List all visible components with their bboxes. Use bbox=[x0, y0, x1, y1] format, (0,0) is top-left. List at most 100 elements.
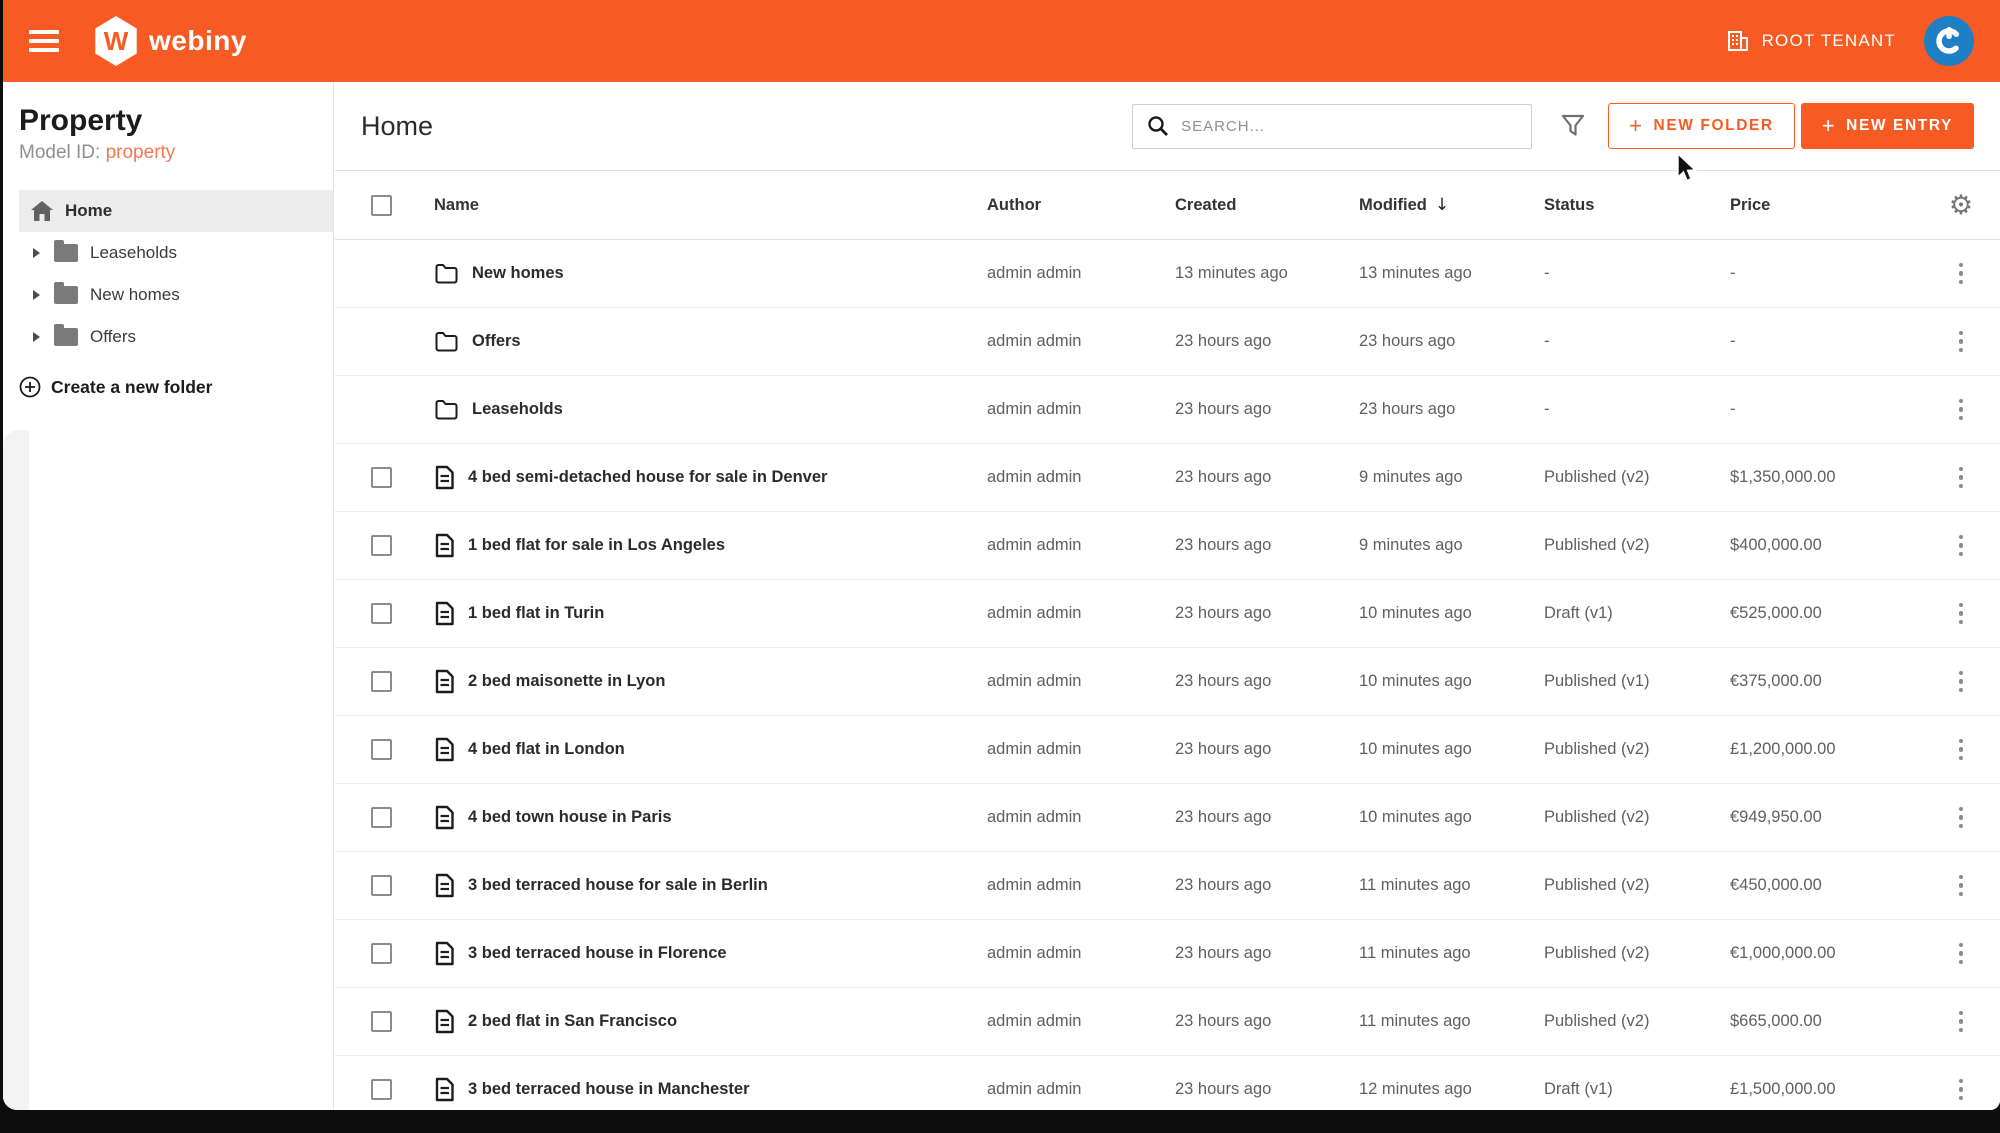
table-row[interactable]: 4 bed flat in London admin admin 23 hour… bbox=[335, 716, 2000, 784]
row-actions-kebab-icon[interactable] bbox=[1955, 803, 1968, 833]
entry-name-link[interactable]: Leaseholds bbox=[472, 400, 563, 419]
table-row[interactable]: 3 bed terraced house for sale in Berlin … bbox=[335, 852, 2000, 920]
hamburger-menu-icon[interactable] bbox=[29, 30, 59, 52]
entry-name-link[interactable]: 3 bed terraced house in Florence bbox=[468, 944, 727, 963]
row-actions-kebab-icon[interactable] bbox=[1955, 599, 1968, 629]
filter-funnel-icon bbox=[1560, 113, 1586, 139]
cell-modified: 10 minutes ago bbox=[1359, 604, 1544, 623]
drawer-edge-decoration bbox=[3, 430, 29, 1110]
row-actions-kebab-icon[interactable] bbox=[1955, 1007, 1968, 1037]
entry-name-link[interactable]: 2 bed maisonette in Lyon bbox=[468, 672, 665, 691]
sidebar-item-home[interactable]: Home bbox=[19, 190, 333, 232]
table-row[interactable]: 1 bed flat for sale in Los Angeles admin… bbox=[335, 512, 2000, 580]
table-row[interactable]: 4 bed town house in Paris admin admin 23… bbox=[335, 784, 2000, 852]
entry-name-link[interactable]: Offers bbox=[472, 332, 521, 351]
row-actions-kebab-icon[interactable] bbox=[1955, 871, 1968, 901]
webiny-logo[interactable]: W webiny bbox=[93, 16, 247, 66]
table-row[interactable]: 3 bed terraced house in Florence admin a… bbox=[335, 920, 2000, 988]
search-input[interactable] bbox=[1181, 118, 1517, 135]
row-actions-kebab-icon[interactable] bbox=[1955, 735, 1968, 765]
row-actions-kebab-icon[interactable] bbox=[1955, 667, 1968, 697]
select-all-checkbox[interactable] bbox=[371, 195, 392, 216]
model-id-link[interactable]: property bbox=[106, 142, 176, 163]
row-actions-kebab-icon[interactable] bbox=[1955, 259, 1968, 289]
column-header-price[interactable]: Price bbox=[1730, 196, 1921, 215]
row-checkbox[interactable] bbox=[371, 739, 392, 760]
column-header-author[interactable]: Author bbox=[987, 196, 1175, 215]
column-header-modified[interactable]: Modified↓ bbox=[1359, 195, 1544, 215]
cell-status: - bbox=[1544, 400, 1730, 419]
entry-name-link[interactable]: 4 bed semi-detached house for sale in De… bbox=[468, 468, 827, 487]
tenant-selector[interactable]: ROOT TENANT bbox=[1726, 29, 1896, 53]
new-entry-button[interactable]: + NEW ENTRY bbox=[1801, 103, 1974, 149]
cell-author: admin admin bbox=[987, 468, 1175, 487]
table-row[interactable]: 2 bed flat in San Francisco admin admin … bbox=[335, 988, 2000, 1056]
cell-created: 23 hours ago bbox=[1175, 672, 1359, 691]
cell-modified: 11 minutes ago bbox=[1359, 876, 1544, 895]
sidebar-folder-label: New homes bbox=[90, 285, 180, 305]
row-checkbox[interactable] bbox=[371, 1079, 392, 1100]
cell-status: Published (v2) bbox=[1544, 876, 1730, 895]
table-row-folder[interactable]: Offers admin admin 23 hours ago 23 hours… bbox=[335, 308, 2000, 376]
entry-name-link[interactable]: 4 bed town house in Paris bbox=[468, 808, 672, 827]
row-actions-kebab-icon[interactable] bbox=[1955, 395, 1968, 425]
filter-button[interactable] bbox=[1560, 113, 1586, 139]
cell-status: - bbox=[1544, 332, 1730, 351]
row-actions-kebab-icon[interactable] bbox=[1955, 939, 1968, 969]
user-avatar[interactable] bbox=[1924, 16, 1974, 66]
column-header-name[interactable]: Name bbox=[431, 196, 987, 215]
entry-name-link[interactable]: 2 bed flat in San Francisco bbox=[468, 1012, 677, 1031]
row-actions-kebab-icon[interactable] bbox=[1955, 531, 1968, 561]
cell-status: Published (v2) bbox=[1544, 944, 1730, 963]
table-row[interactable]: 1 bed flat in Turin admin admin 23 hours… bbox=[335, 580, 2000, 648]
cell-modified: 13 minutes ago bbox=[1359, 264, 1544, 283]
cell-author: admin admin bbox=[987, 944, 1175, 963]
entry-name-link[interactable]: 3 bed terraced house for sale in Berlin bbox=[468, 876, 768, 895]
chevron-right-icon[interactable] bbox=[33, 332, 40, 342]
row-checkbox[interactable] bbox=[371, 467, 392, 488]
sidebar-folder-item[interactable]: Offers bbox=[3, 316, 333, 358]
row-actions-kebab-icon[interactable] bbox=[1955, 1075, 1968, 1105]
table-body: New homes admin admin 13 minutes ago 13 … bbox=[335, 240, 2000, 1110]
row-checkbox[interactable] bbox=[371, 671, 392, 692]
table-row[interactable]: 3 bed terraced house in Manchester admin… bbox=[335, 1056, 2000, 1110]
row-checkbox[interactable] bbox=[371, 603, 392, 624]
cell-author: admin admin bbox=[987, 604, 1175, 623]
cell-created: 23 hours ago bbox=[1175, 876, 1359, 895]
row-checkbox[interactable] bbox=[371, 943, 392, 964]
cell-created: 23 hours ago bbox=[1175, 740, 1359, 759]
entry-name-link[interactable]: 1 bed flat for sale in Los Angeles bbox=[468, 536, 725, 555]
table-row[interactable]: 4 bed semi-detached house for sale in De… bbox=[335, 444, 2000, 512]
column-header-status[interactable]: Status bbox=[1544, 196, 1730, 215]
sidebar-folder-item[interactable]: New homes bbox=[3, 274, 333, 316]
row-checkbox[interactable] bbox=[371, 1011, 392, 1032]
table-settings-gear-icon[interactable]: ⚙ bbox=[1949, 192, 1973, 219]
entry-name-link[interactable]: 1 bed flat in Turin bbox=[468, 604, 604, 623]
create-folder-button[interactable]: Create a new folder bbox=[19, 376, 333, 398]
chevron-right-icon[interactable] bbox=[33, 248, 40, 258]
row-checkbox[interactable] bbox=[371, 535, 392, 556]
sidebar-folder-item[interactable]: Leaseholds bbox=[3, 232, 333, 274]
new-folder-button[interactable]: + NEW FOLDER bbox=[1608, 103, 1795, 149]
row-actions-kebab-icon[interactable] bbox=[1955, 327, 1968, 357]
table-row-folder[interactable]: Leaseholds admin admin 23 hours ago 23 h… bbox=[335, 376, 2000, 444]
folder-icon bbox=[54, 286, 78, 304]
cell-created: 23 hours ago bbox=[1175, 808, 1359, 827]
webiny-hexagon-icon: W bbox=[93, 16, 139, 66]
chevron-right-icon[interactable] bbox=[33, 290, 40, 300]
cell-status: Published (v2) bbox=[1544, 808, 1730, 827]
entry-name-link[interactable]: 4 bed flat in London bbox=[468, 740, 625, 759]
column-header-created[interactable]: Created bbox=[1175, 196, 1359, 215]
entry-name-link[interactable]: New homes bbox=[472, 264, 564, 283]
table-row[interactable]: 2 bed maisonette in Lyon admin admin 23 … bbox=[335, 648, 2000, 716]
entry-name-link[interactable]: 3 bed terraced house in Manchester bbox=[468, 1080, 750, 1099]
row-checkbox[interactable] bbox=[371, 807, 392, 828]
row-actions-kebab-icon[interactable] bbox=[1955, 463, 1968, 493]
row-checkbox[interactable] bbox=[371, 875, 392, 896]
building-icon bbox=[1726, 29, 1750, 53]
cell-created: 23 hours ago bbox=[1175, 400, 1359, 419]
cell-status: Draft (v1) bbox=[1544, 1080, 1730, 1099]
folder-tree: Leaseholds New homes Offers bbox=[3, 232, 333, 358]
table-row-folder[interactable]: New homes admin admin 13 minutes ago 13 … bbox=[335, 240, 2000, 308]
document-icon bbox=[434, 873, 455, 898]
